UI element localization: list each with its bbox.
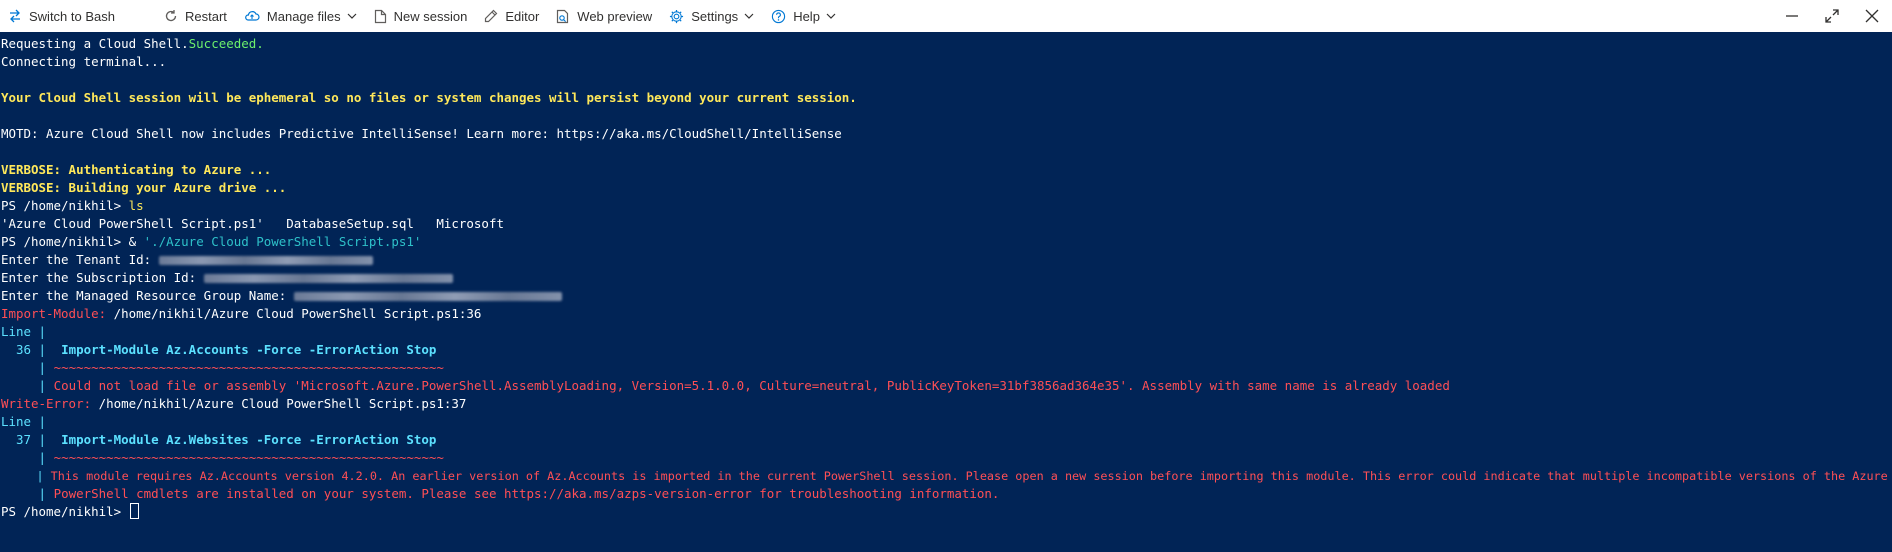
window-controls	[1772, 0, 1892, 32]
error-underline: | ~~~~~~~~~~~~~~~~~~~~~~~~~~~~~~~~~~~~~~…	[1, 359, 1892, 377]
redacted-value	[293, 292, 562, 301]
prompt: PS /home/nikhil>	[1, 504, 129, 519]
restart-icon	[165, 10, 177, 22]
help-icon	[772, 9, 786, 23]
error-underline: | ~~~~~~~~~~~~~~~~~~~~~~~~~~~~~~~~~~~~~~…	[1, 449, 1892, 467]
close-button[interactable]	[1852, 0, 1892, 32]
success-text: Succeeded.	[188, 36, 264, 51]
gutter-bar: |	[1, 360, 54, 375]
help-button[interactable]: Help	[763, 0, 845, 32]
ls-output: 'Azure Cloud PowerShell Script.ps1' Data…	[1, 216, 504, 231]
error-code-line: 36 | Import-Module Az.Accounts -Force -E…	[1, 341, 1892, 359]
gutter-bar: |	[1, 469, 51, 483]
line-label: Line |	[1, 324, 47, 339]
web-preview-icon	[557, 9, 569, 23]
verbose-line: VERBOSE: Building your Azure drive ...	[1, 180, 287, 195]
chevron-down-icon	[347, 13, 357, 19]
editor-icon	[485, 9, 498, 23]
manage-files-button[interactable]: Manage files	[236, 0, 366, 32]
restart-button[interactable]: Restart	[156, 0, 236, 32]
resource-group-label: Enter the Managed Resource Group Name:	[1, 288, 294, 303]
error-message-line: | This module requires Az.Accounts versi…	[1, 467, 1892, 485]
settings-icon	[670, 9, 684, 23]
help-label: Help	[793, 8, 820, 24]
close-icon	[1865, 9, 1879, 23]
script-path: './Azure Cloud PowerShell Script.ps1'	[143, 234, 422, 249]
resource-group-line: Enter the Managed Resource Group Name:	[1, 287, 1892, 305]
maximize-icon	[1825, 9, 1839, 23]
error-location: /home/nikhil/Azure Cloud PowerShell Scri…	[98, 396, 467, 411]
error-code: Import-Module Az.Websites -Force -ErrorA…	[53, 432, 437, 447]
cloud-shell-toolbar: Switch to Bash Restart Manage files New …	[0, 0, 1892, 33]
gutter-bar: |	[1, 486, 54, 501]
terminal-line: Requesting a Cloud Shell.Succeeded.	[1, 35, 1892, 53]
squiggle: ~~~~~~~~~~~~~~~~~~~~~~~~~~~~~~~~~~~~~~~~…	[53, 450, 444, 465]
line-number: 36 |	[1, 342, 54, 357]
manage-files-icon	[245, 11, 260, 21]
web-preview-label: Web preview	[577, 8, 653, 24]
chevron-down-icon	[826, 13, 836, 19]
verbose-line: VERBOSE: Authenticating to Azure ...	[1, 162, 272, 177]
status-text: Requesting a Cloud Shell.	[1, 36, 189, 51]
switch-to-bash-label: Switch to Bash	[29, 8, 115, 24]
minimize-button[interactable]	[1772, 0, 1812, 32]
switch-to-bash-button[interactable]: Switch to Bash	[0, 0, 124, 32]
new-session-label: New session	[393, 8, 468, 24]
error-message-line: | PowerShell cmdlets are installed on yo…	[1, 485, 1892, 503]
error-label: Import-Module:	[1, 306, 114, 321]
restart-label: Restart	[185, 8, 227, 24]
error-header: Import-Module: /home/nikhil/Azure Cloud …	[1, 305, 1892, 323]
minimize-icon	[1786, 15, 1798, 17]
error-code-line: 37 | Import-Module Az.Websites -Force -E…	[1, 431, 1892, 449]
squiggle: ~~~~~~~~~~~~~~~~~~~~~~~~~~~~~~~~~~~~~~~~…	[53, 360, 444, 375]
new-session-icon	[374, 9, 386, 23]
motd-line: MOTD: Azure Cloud Shell now includes Pre…	[1, 126, 842, 141]
maximize-button[interactable]	[1812, 0, 1852, 32]
subscription-line: Enter the Subscription Id:	[1, 269, 1892, 287]
line-label: Line |	[1, 414, 47, 429]
error-header: Write-Error: /home/nikhil/Azure Cloud Po…	[1, 395, 1892, 413]
subscription-label: Enter the Subscription Id:	[1, 270, 204, 285]
error-message-line: | Could not load file or assembly 'Micro…	[1, 377, 1892, 395]
new-session-button[interactable]: New session	[366, 0, 477, 32]
line-number: 37 |	[1, 432, 54, 447]
web-preview-button[interactable]: Web preview	[548, 0, 661, 32]
error-message: This module requires Az.Accounts version…	[50, 469, 1888, 483]
prompt: PS /home/nikhil>	[1, 198, 129, 213]
manage-files-label: Manage files	[266, 8, 341, 24]
error-message: Could not load file or assembly 'Microso…	[53, 378, 1450, 393]
command-line: PS /home/nikhil> ls	[1, 197, 1892, 215]
ephemeral-warning: Your Cloud Shell session will be ephemer…	[1, 90, 857, 105]
error-location: /home/nikhil/Azure Cloud PowerShell Scri…	[113, 306, 482, 321]
prompt: PS /home/nikhil>	[1, 234, 129, 249]
command-text: ls	[128, 198, 144, 213]
gutter-bar: |	[1, 450, 54, 465]
call-operator: &	[128, 234, 144, 249]
tenant-label: Enter the Tenant Id:	[1, 252, 159, 267]
gutter-bar: |	[1, 378, 54, 393]
switch-icon	[10, 9, 20, 23]
chevron-down-icon	[744, 13, 754, 19]
error-label: Write-Error:	[1, 396, 99, 411]
command-line[interactable]: PS /home/nikhil>	[1, 503, 1892, 521]
terminal-cursor	[129, 503, 139, 519]
settings-button[interactable]: Settings	[661, 0, 763, 32]
terminal-line: Connecting terminal...	[1, 54, 167, 69]
editor-label: Editor	[505, 8, 540, 24]
redacted-value	[203, 274, 453, 283]
tenant-line: Enter the Tenant Id:	[1, 251, 1892, 269]
command-line: PS /home/nikhil> & './Azure Cloud PowerS…	[1, 233, 1892, 251]
redacted-value	[158, 256, 373, 265]
editor-button[interactable]: Editor	[476, 0, 548, 32]
error-message: PowerShell cmdlets are installed on your…	[53, 486, 1000, 501]
error-code: Import-Module Az.Accounts -Force -ErrorA…	[53, 342, 437, 357]
settings-label: Settings	[691, 8, 739, 24]
terminal-output[interactable]: Requesting a Cloud Shell.Succeeded. Conn…	[0, 32, 1892, 552]
